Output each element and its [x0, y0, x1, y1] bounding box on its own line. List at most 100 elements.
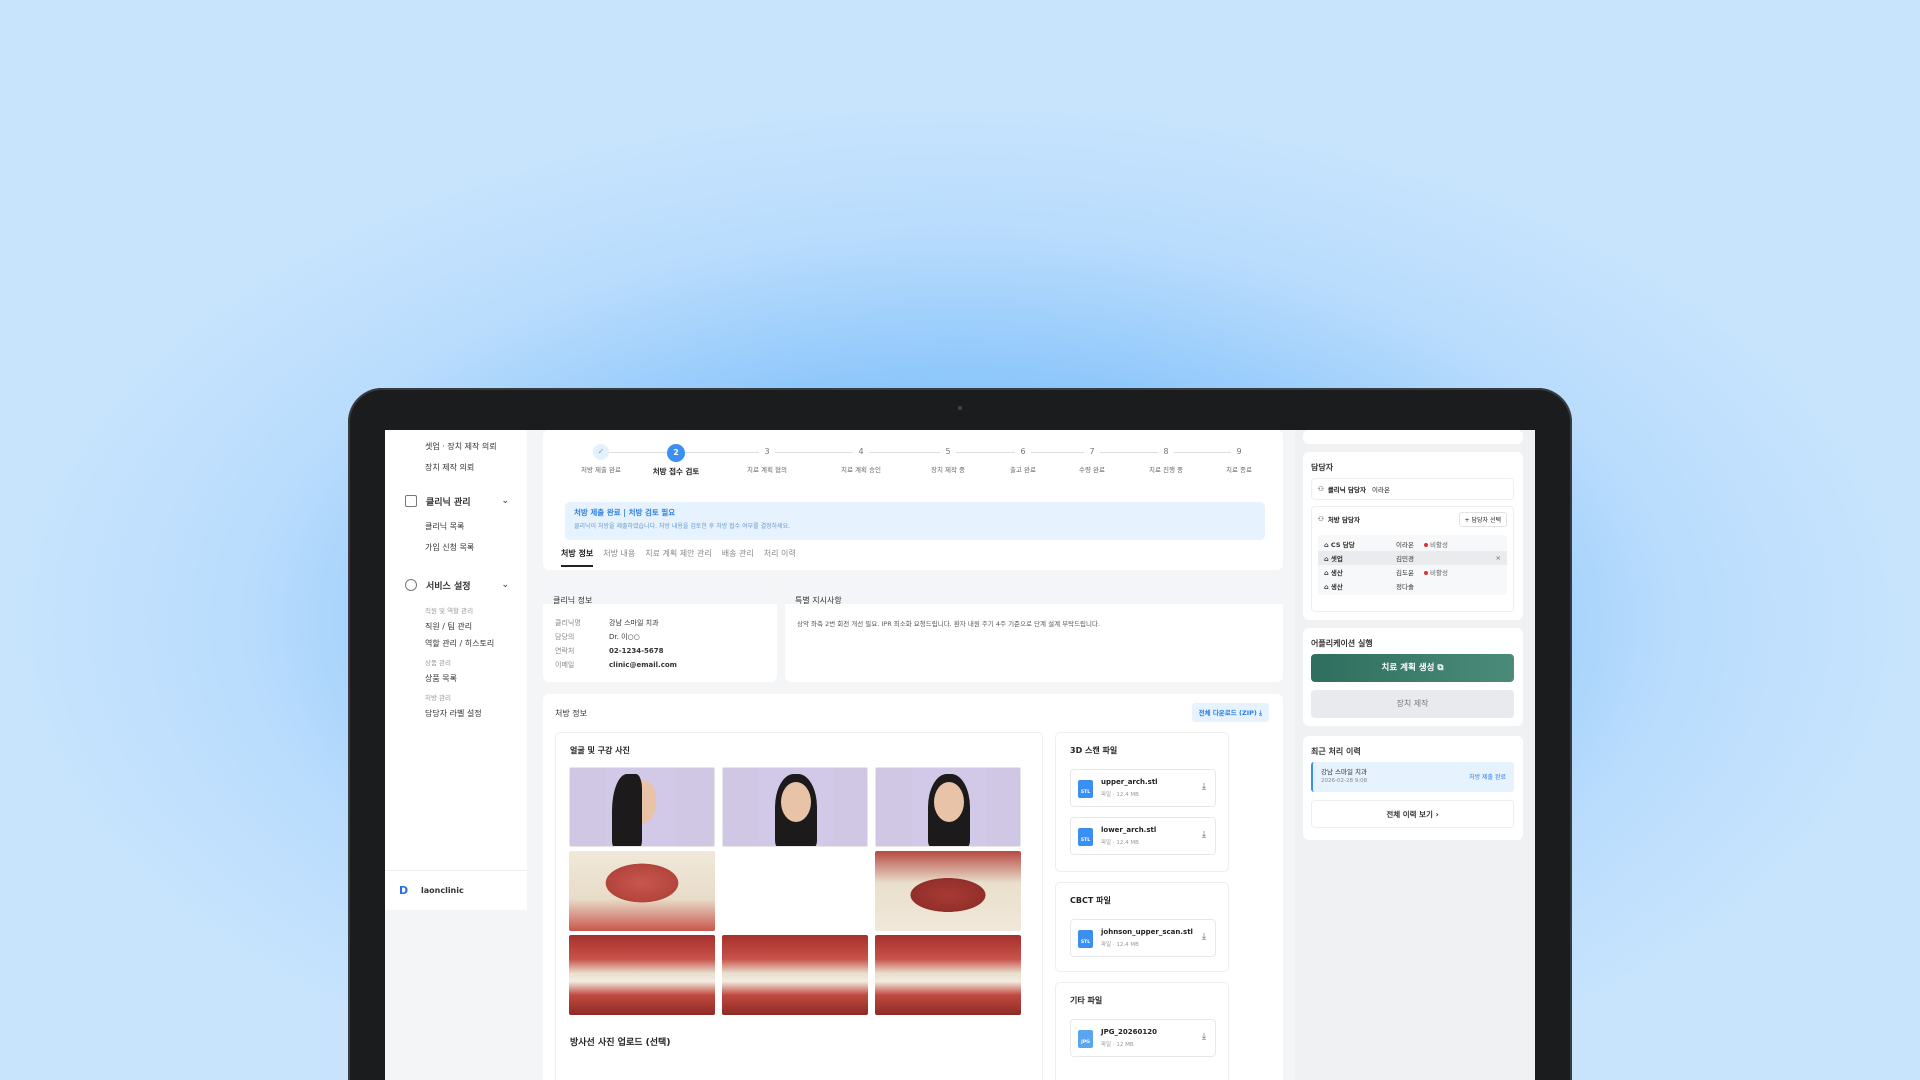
right-buccal-photo[interactable] [569, 935, 715, 1015]
assignee-row[interactable]: ⌂ CS 담당 이라온 비활성 [1318, 537, 1507, 551]
notice-desc: 클리닉이 처방을 제출하였습니다. 처방 내용을 검토한 후 처방 접수 여부를… [574, 523, 791, 530]
special-header: 특별 지시사항 [785, 582, 1283, 605]
assignee-name: 정다솔 [1396, 583, 1414, 591]
create-plan-button[interactable]: 치료 계획 생성 ⧉ [1311, 654, 1514, 682]
cbct-files-card: CBCT 파일 STL johnson_upper_scan.stl 파일 · … [1055, 882, 1229, 972]
step-label: 장치 제작 중 [930, 466, 966, 474]
sidebar-item-products[interactable]: 상품 목록 [385, 670, 527, 687]
file-name: upper_arch.stl [1101, 778, 1158, 786]
sidebar-item-staff[interactable]: 직원 / 팀 관리 [385, 618, 527, 635]
field-label: 이메일 [555, 661, 575, 669]
notice-title: 처방 제출 완료 | 처방 검토 필요 [574, 508, 676, 517]
download-icon[interactable]: ⤓ [1202, 782, 1206, 792]
sidebar-item-labels[interactable]: 담당자 라벨 설정 [385, 705, 527, 722]
face-profile-photo[interactable] [569, 767, 715, 847]
face-smile-photo[interactable] [875, 767, 1021, 847]
assignee-row[interactable]: ⌂ 셋업 김민경 × [1318, 551, 1507, 565]
file-item[interactable]: STL johnson_upper_scan.stl 파일 · 12.4 MB … [1070, 919, 1216, 957]
lower-occlusal-photo[interactable] [875, 851, 1021, 931]
sidebar-item-roles[interactable]: 역할 관리 / 히스토리 [385, 635, 527, 652]
device-production-button[interactable]: 장치 제작 [1311, 690, 1514, 718]
download-icon[interactable]: ⤓ [1202, 1032, 1206, 1042]
sidebar-item-device-request[interactable]: 장치 제작 의뢰 [385, 457, 527, 478]
sidebar-group-service[interactable]: g 서비스 설정 ⌄ [385, 570, 527, 600]
step-8[interactable]: 8 치료 진행 중 [1126, 444, 1206, 474]
sidebar-item-setup-request[interactable]: 셋업 · 장치 제작 의뢰 [385, 436, 527, 457]
app-launch-title: 어플리케이션 실행 [1311, 639, 1373, 648]
sidebar-category: 처방 관리 [425, 694, 451, 702]
upper-occlusal-photo[interactable] [569, 851, 715, 931]
remove-icon[interactable]: × [1496, 554, 1501, 562]
tag-icon: ⌂ [1324, 541, 1331, 549]
other-files-title: 기타 파일 [1070, 996, 1103, 1005]
chevron-down-icon: ⌄ [501, 580, 509, 590]
download-zip-button[interactable]: 전체 다운로드 (ZIP) ⤓ [1191, 703, 1269, 722]
sidebar-footer[interactable]: D laonclinic [385, 870, 527, 910]
assignee-row[interactable]: ⌂ 생산 김도윤 비활성 [1318, 565, 1507, 579]
history-title: 최근 처리 이력 [1311, 747, 1361, 756]
rx-manager-label: 처방 담당자 [1327, 516, 1360, 524]
field-value: 강남 스마일 치과 [609, 619, 659, 627]
file-name: JPG_20260120 [1101, 1028, 1157, 1036]
history-item[interactable]: 강남 스마일 치과 2026-02-28 9:08 처방 제출 완료 [1311, 762, 1514, 792]
create-plan-label: 치료 계획 생성 [1381, 663, 1435, 673]
sidebar-item-clinic-list[interactable]: 클리닉 목록 [385, 516, 527, 537]
scan-files-card: 3D 스캔 파일 STL upper_arch.stl 파일 · 12.4 MB… [1055, 732, 1229, 872]
face-front-photo[interactable] [722, 767, 868, 847]
tab-history[interactable]: 처리 이력 [764, 548, 796, 567]
assignee-tag: 생산 [1330, 583, 1343, 591]
step-1[interactable]: ✓ 처방 제출 완료 [561, 444, 641, 474]
clinic-info-title: 클리닉 정보 [553, 596, 593, 605]
clinic-info-row: 클리닉명 강남 스마일 치과 [555, 616, 677, 630]
file-meta: 파일 · 12.4 MB [1101, 840, 1139, 846]
view-all-history-button[interactable]: 전체 이력 보기 › [1311, 800, 1514, 828]
step-7[interactable]: 7 수령 완료 [1052, 444, 1132, 474]
prescription-title: 처방 정보 [555, 709, 587, 718]
scan-files-title: 3D 스캔 파일 [1070, 746, 1118, 755]
download-icon[interactable]: ⤓ [1202, 932, 1206, 942]
tab-rx-info[interactable]: 처방 정보 [561, 548, 594, 567]
file-icon: JPG [1078, 1030, 1093, 1048]
step-5[interactable]: 5 장치 제작 중 [908, 444, 988, 474]
step-3[interactable]: 3 치료 계획 협의 [727, 444, 807, 474]
step-number: 9 [1231, 444, 1247, 460]
step-9[interactable]: 9 치료 종료 [1199, 444, 1279, 474]
clinic-info-rows: 클리닉명 강남 스마일 치과 담당의 Dr. 이○○ 연락처 02-1234-5678… [555, 616, 677, 672]
step-2[interactable]: 2 처방 접수 검토 [636, 444, 716, 477]
tag-icon: ⌂ [1324, 583, 1331, 591]
step-4[interactable]: 4 치료 계획 승인 [821, 444, 901, 474]
chevron-down-icon: ⌄ [501, 496, 509, 506]
frontal-intraoral-photo[interactable] [722, 935, 868, 1015]
download-icon[interactable]: ⤓ [1202, 830, 1206, 840]
tab-rx-content[interactable]: 처방 내용 [603, 548, 635, 567]
step-6[interactable]: 6 출고 완료 [983, 444, 1063, 474]
select-manager-button[interactable]: + 담당자 선택 [1458, 511, 1507, 527]
assignee-row[interactable]: ⌂ 생산 정다솔 [1318, 579, 1507, 593]
camera-dot [958, 406, 962, 410]
tag-icon: ⌂ [1324, 569, 1331, 577]
sidebar-item-signup-list[interactable]: 가입 신청 목록 [385, 537, 527, 558]
app-screen: 셋업 · 장치 제작 의뢰 장치 제작 의뢰 b 클리닉 관리 ⌄ 클리닉 목록… [385, 430, 1535, 1080]
file-item[interactable]: JPG JPG_20260120 파일 · 12 MB ⤓ [1070, 1019, 1216, 1057]
clinic-info-card: 클리닉 정보 클리닉명 강남 스마일 치과 담당의 Dr. 이○○ 연락처 02-12… [543, 582, 777, 682]
assignee-name: 김도윤 [1396, 569, 1414, 577]
step-label: 치료 계획 승인 [840, 466, 881, 474]
tab-plan-proposal[interactable]: 치료 계획 제안 관리 [645, 548, 712, 567]
assignee-status: 비활성 [1430, 541, 1448, 549]
file-item[interactable]: STL lower_arch.stl 파일 · 12.4 MB ⤓ [1070, 817, 1216, 855]
manager-title: 담당자 [1311, 463, 1334, 472]
assignee-list: ⌂ CS 담당 이라온 비활성 ⌂ 셋업 김민경 × ⌂ 생산 김도윤 비활성 … [1318, 535, 1507, 595]
step-number: 7 [1084, 444, 1100, 460]
gear-icon: g [405, 579, 417, 591]
step-number: 6 [1015, 444, 1031, 460]
download-zip-label: 전체 다운로드 (ZIP) [1198, 709, 1257, 717]
special-instructions-card: 특별 지시사항 상악 좌측 2번 회전 개선 필요. IPR 최소화 요청드립니… [785, 582, 1283, 682]
clinic-manager-row: ⚇ 클리닉 담당자 이라온 [1311, 478, 1514, 500]
left-buccal-photo[interactable] [875, 935, 1021, 1015]
tab-shipping[interactable]: 배송 관리 [722, 548, 754, 567]
sidebar-group-clinic[interactable]: b 클리닉 관리 ⌄ [385, 486, 527, 516]
step-label: 처방 제출 완료 [580, 466, 621, 474]
clinic-info-row: 이메일 clinic@email.com [555, 658, 677, 672]
file-item[interactable]: STL upper_arch.stl 파일 · 12.4 MB ⤓ [1070, 769, 1216, 807]
person-icon: ⚇ [1318, 515, 1324, 523]
